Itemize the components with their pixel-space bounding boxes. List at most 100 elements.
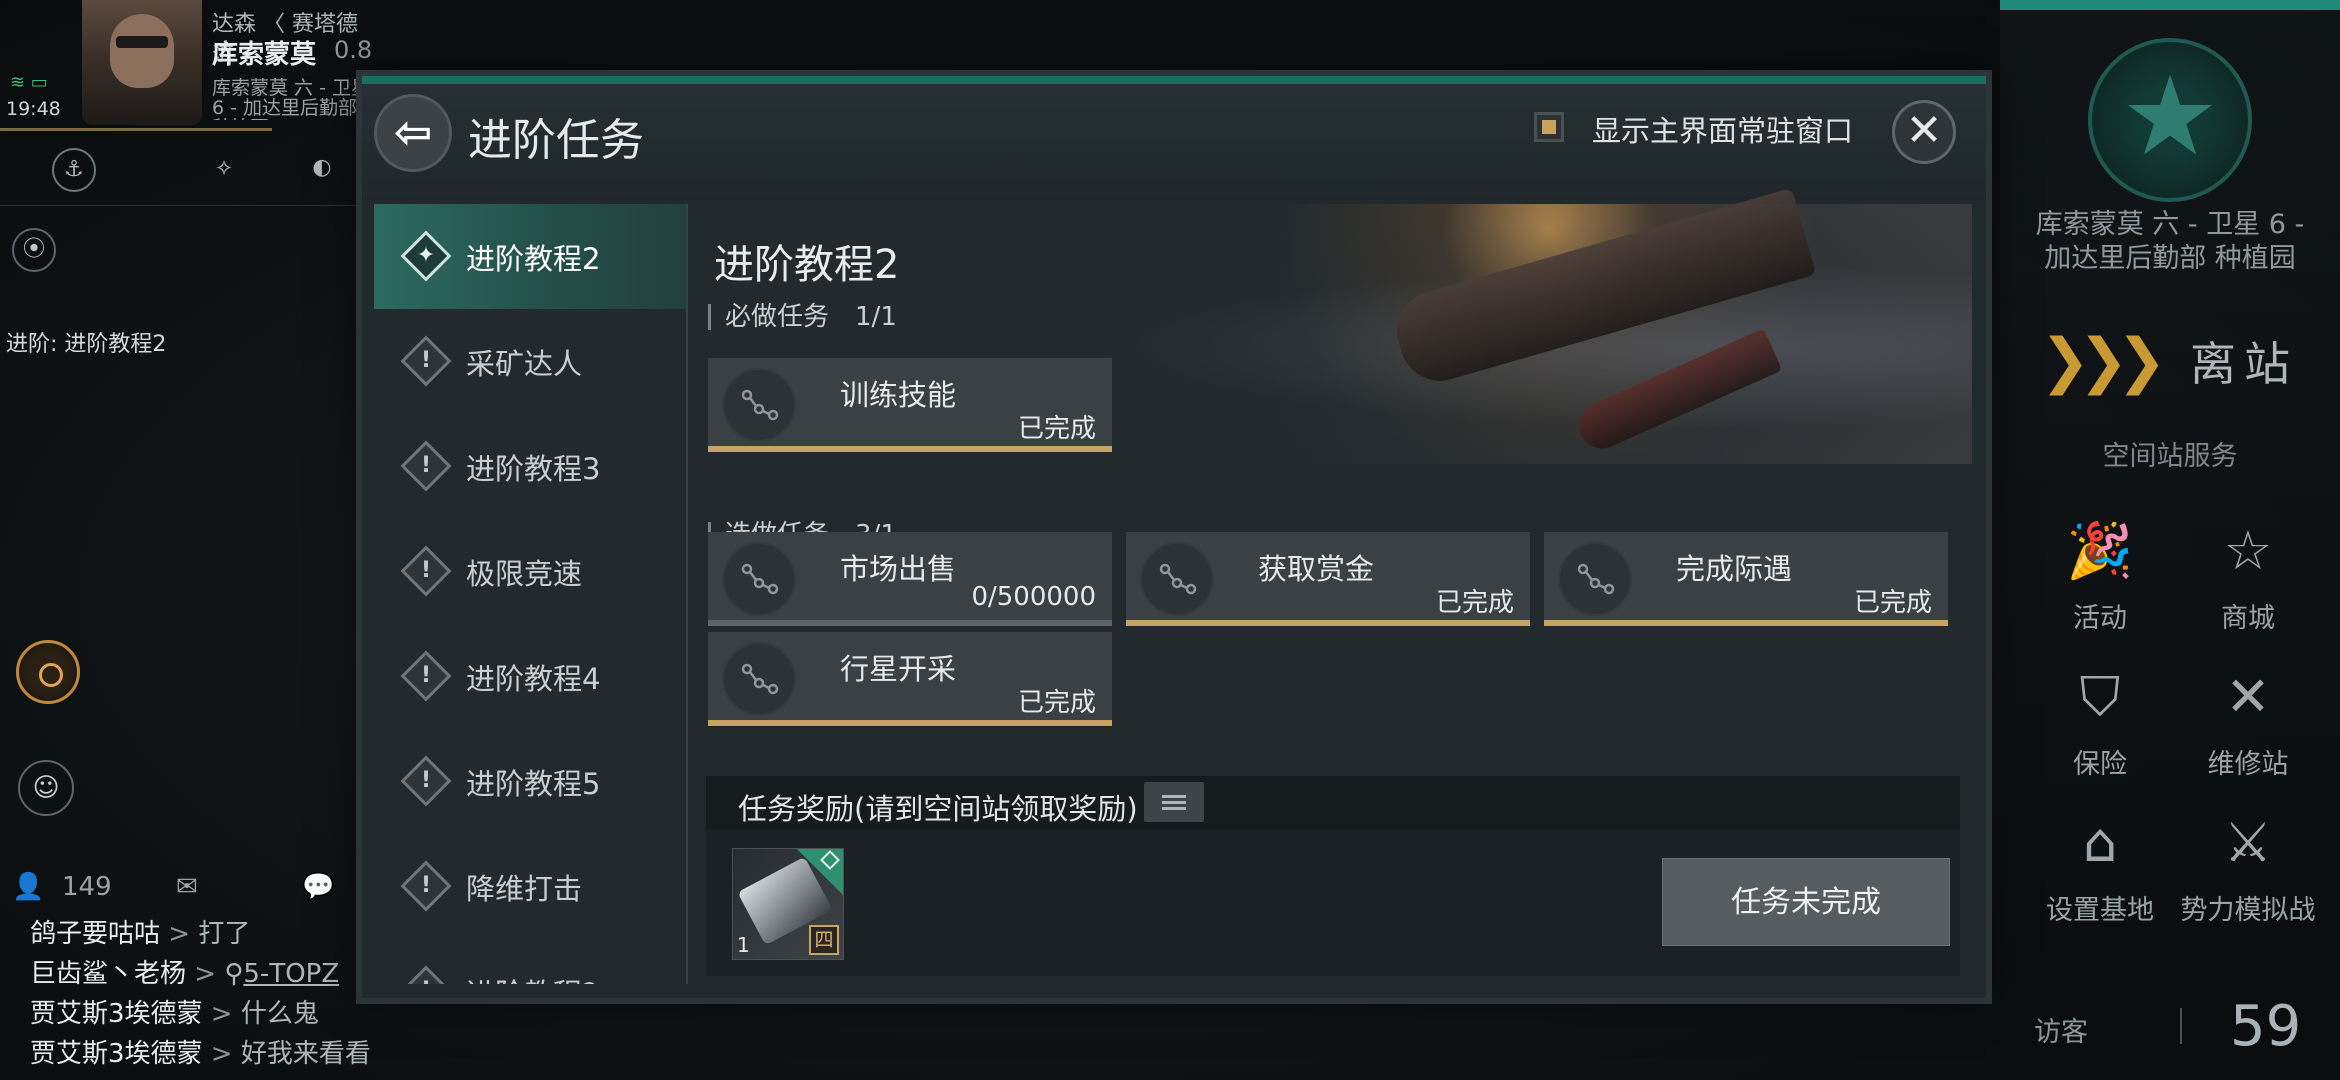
reward-header: 任务奖励(请到空间站领取奖励) — [706, 776, 1960, 830]
tracked-quest[interactable]: 进阶: 进阶教程2 — [6, 326, 166, 358]
pilot-name: 库索蒙莫 — [212, 40, 317, 70]
mission-alert-icon — [400, 860, 452, 912]
repair-icon: ✕ — [2225, 665, 2271, 728]
service-shop[interactable]: ☆ 商城 — [2178, 516, 2318, 635]
chat-line: 贾艾斯3埃德蒙 > 什么鬼 — [30, 999, 319, 1029]
sidebar-item-mining[interactable]: 采矿达人 — [374, 309, 686, 414]
sidebar-item-tutorial-4[interactable]: 进阶教程4 — [374, 624, 686, 729]
service-insurance[interactable]: ⛉ 保险 — [2030, 662, 2170, 781]
reward-panel: 任务奖励(请到空间站领取奖励) 1 四 任务未完成 — [706, 776, 1960, 976]
people-icon[interactable]: 👤 — [12, 872, 44, 902]
chat-line: 贾艾斯3埃德蒙 > 好我来看看 — [30, 1039, 371, 1069]
mail-icon[interactable]: ✉ — [176, 872, 198, 902]
task-card[interactable]: 训练技能 已完成 — [708, 358, 1112, 452]
mission-alert-icon — [400, 755, 452, 807]
task-route-icon — [722, 368, 796, 442]
service-events[interactable]: 🎉 活动 — [2030, 516, 2170, 635]
service-home-base[interactable]: ⌂ 设置基地 — [2030, 808, 2170, 927]
sidebar-item-tutorial-5[interactable]: 进阶教程5 — [374, 729, 686, 834]
task-route-icon — [1558, 542, 1632, 616]
right-hud: 库索蒙莫 六 - 卫星 6 - 加达里后勤部 种植园 ❯❯❯ 离站 空间站服务 … — [2000, 0, 2340, 1080]
security-status: 0.8 — [334, 36, 373, 64]
visitor-divider — [2180, 1008, 2182, 1044]
close-icon: ✕ — [1905, 105, 1943, 156]
task-route-icon — [722, 542, 796, 616]
required-count: 1/1 — [855, 302, 897, 332]
task-card[interactable]: 获取赏金 已完成 — [1126, 532, 1530, 626]
mission-alert-icon — [400, 440, 452, 492]
sidebar-item-strike[interactable]: 降维打击 — [374, 834, 686, 939]
home-base-icon: ⌂ — [2082, 811, 2118, 874]
undock-button[interactable]: ❯❯❯ 离站 — [2040, 316, 2340, 406]
task-status: 已完成 — [1853, 588, 1932, 618]
clock: 19:48 — [6, 98, 61, 120]
nav-strip: ⚓ ⟡ ◐ — [0, 136, 370, 206]
dialog-header: ⇦ 进阶任务 显示主界面常驻窗口 ✕ — [362, 84, 1986, 200]
task-status: 已完成 — [1017, 688, 1096, 718]
radar-icon[interactable] — [16, 640, 80, 704]
system-link[interactable]: 5-TOPZ — [243, 959, 339, 989]
mission-detail: 进阶教程2 必做任务1/1 训练技能 已完成 选做任务3/1 市场出售 0/50… — [692, 187, 1972, 984]
chat-line: 巨齿鲨丶老杨 > ⚲5-TOPZ — [30, 959, 340, 989]
mission-sidebar[interactable]: 进阶教程2 采矿达人 进阶教程3 极限竞速 进阶教程4 进阶教程5 降维打击 — [374, 204, 688, 984]
reward-item-quantity: 1 — [737, 933, 750, 957]
pilot-station: 库索蒙莫 六 - 卫星 6 - 加达里后勤部 种植园 — [212, 78, 370, 120]
task-status: 已完成 — [1435, 588, 1514, 618]
shop-icon: ☆ — [2223, 519, 2273, 582]
station-name: 库索蒙莫 六 - 卫星 6 - 加达里后勤部 种植园 — [2035, 209, 2305, 274]
pin-window-checkbox[interactable] — [1534, 112, 1564, 142]
anchor-icon[interactable]: ⚓ — [52, 148, 96, 192]
task-name: 完成际遇 — [1676, 552, 1793, 586]
task-card[interactable]: 行星开采 已完成 — [708, 632, 1112, 726]
undock-label: 离站 — [2190, 337, 2298, 391]
task-card[interactable]: 市场出售 0/500000 — [708, 532, 1112, 626]
close-button[interactable]: ✕ — [1892, 100, 1956, 164]
faction-war-icon: ⚔ — [2223, 811, 2273, 874]
pilot-portrait[interactable] — [82, 0, 202, 125]
chat-icon[interactable]: 💬 — [302, 872, 334, 902]
mission-title: 进阶教程2 — [714, 242, 900, 288]
mission-status-button[interactable]: 任务未完成 — [1662, 858, 1950, 946]
service-faction-war[interactable]: ⚔ 势力模拟战 — [2178, 808, 2318, 927]
right-hud-accent — [2000, 0, 2340, 10]
service-repair[interactable]: ✕ 维修站 — [2178, 662, 2318, 781]
reward-title: 任务奖励(请到空间站领取奖励) — [738, 792, 1138, 826]
social-row: 👤 149 ✉ 💬 — [0, 864, 370, 912]
corporation-emblem-icon[interactable] — [2088, 38, 2252, 202]
dialog-title: 进阶任务 — [468, 115, 644, 166]
sidebar-item-racing[interactable]: 极限竞速 — [374, 519, 686, 624]
pin-window-label[interactable]: 显示主界面常驻窗口 — [1592, 108, 1853, 150]
chat-log[interactable]: 鸽子要咕咕 > 打了 巨齿鲨丶老杨 > ⚲5-TOPZ 贾艾斯3埃德蒙 > 什么… — [30, 914, 410, 1074]
mission-alert-icon — [400, 965, 452, 984]
task-name: 训练技能 — [840, 378, 957, 412]
services-title: 空间站服务 — [2102, 441, 2238, 472]
agent-icon[interactable]: ☺ — [18, 760, 74, 816]
confetti-icon: 🎉 — [2066, 519, 2134, 582]
insurance-icon: ⛉ — [2079, 665, 2121, 728]
task-status: 已完成 — [1017, 414, 1096, 444]
task-card[interactable]: 完成际遇 已完成 — [1544, 532, 1948, 626]
back-button[interactable]: ⇦ — [374, 94, 452, 172]
required-section-label: 必做任务 1/1 — [708, 304, 897, 330]
task-name: 获取赏金 — [1258, 552, 1375, 586]
fleet-icon[interactable]: ⟡ — [202, 148, 246, 192]
sidebar-item-tutorial-next[interactable]: 进阶教程? — [374, 939, 686, 984]
map-pin-icon: ⚲ — [224, 959, 244, 989]
planet-icon[interactable]: ◐ — [300, 148, 344, 192]
task-route-icon — [1140, 542, 1214, 616]
sidebar-item-tutorial-2[interactable]: 进阶教程2 — [374, 204, 686, 309]
advanced-missions-dialog: ⇦ 进阶任务 显示主界面常驻窗口 ✕ 进阶教程2 采矿达人 进阶教程3 极限竞速… — [362, 76, 1986, 998]
chevrons-icon: ❯❯❯ — [2040, 326, 2167, 396]
hud-divider — [0, 128, 272, 131]
chat-line: 鸽子要咕咕 > 打了 — [30, 919, 251, 949]
reward-list-icon[interactable] — [1144, 782, 1204, 822]
task-progress: 0/500000 — [971, 582, 1096, 612]
visitor-label: 访客 — [2034, 1017, 2088, 1048]
wifi-battery-icon: ≋ ▭ — [10, 72, 48, 93]
location-pin-icon[interactable]: ⦿ — [12, 228, 56, 272]
sidebar-item-tutorial-3[interactable]: 进阶教程3 — [374, 414, 686, 519]
task-route-icon — [722, 642, 796, 716]
mission-alert-icon — [400, 335, 452, 387]
visitor-count: 59 — [2230, 994, 2302, 1059]
reward-item[interactable]: 1 四 — [732, 848, 844, 960]
